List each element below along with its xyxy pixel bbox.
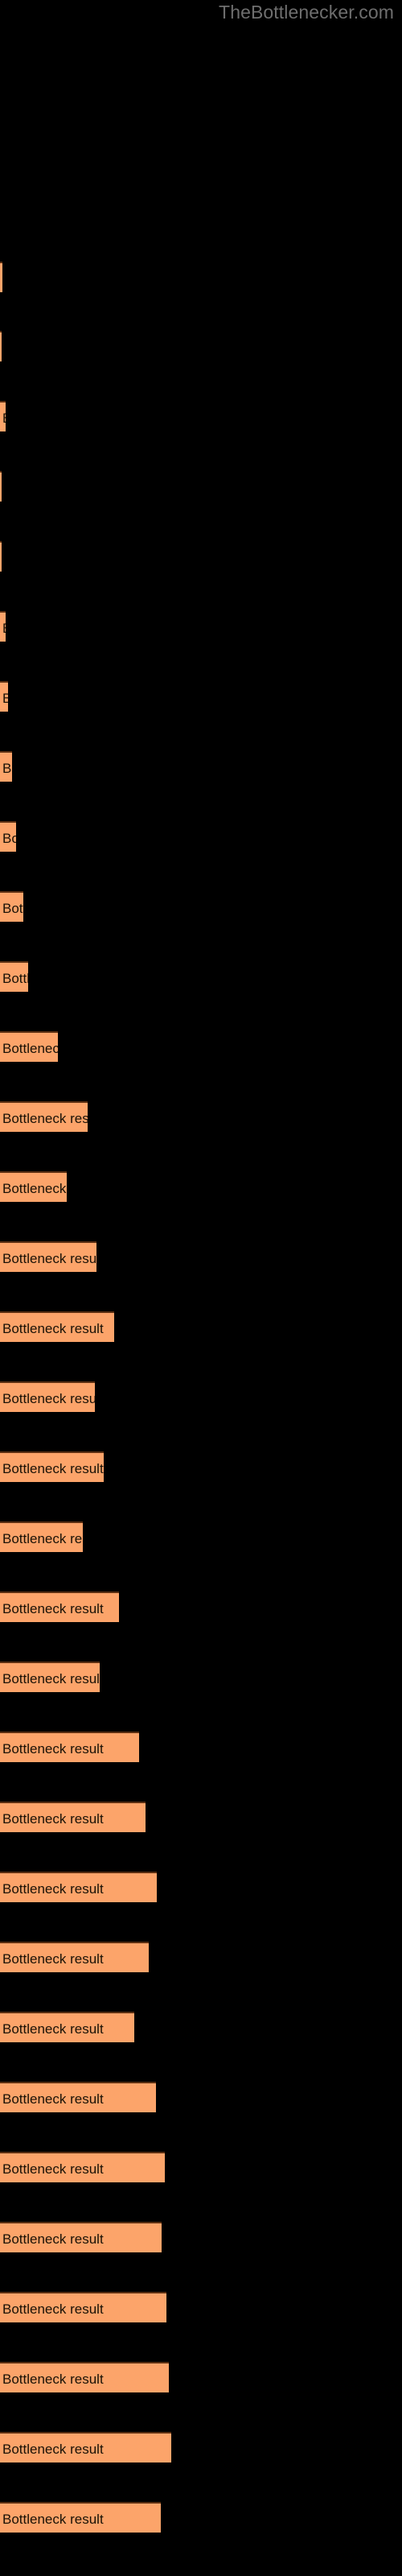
bar[interactable]: Bottleneck result (0, 1311, 114, 1342)
bar-label: Bottleneck result (2, 683, 8, 712)
bar[interactable]: Bottleneck result (0, 1171, 67, 1202)
bar-label: Bottleneck result (2, 613, 6, 642)
bar[interactable]: Bottleneck result (0, 1381, 95, 1412)
bar[interactable]: Bottleneck result (0, 1732, 139, 1762)
bar[interactable]: Bottleneck result (0, 681, 8, 712)
bar-label: Bottleneck result (2, 1951, 104, 1967)
bar[interactable]: Bottleneck result (0, 1521, 83, 1552)
bar[interactable]: Bottleneck result (0, 1942, 149, 1972)
bar-label: Bottleneck result (2, 2231, 104, 2247)
bar-label: Bottleneck result (2, 831, 16, 846)
bar-label: Bottleneck result (2, 2512, 104, 2527)
bar[interactable]: Bottleneck result (0, 2292, 166, 2322)
bar-label: Bottleneck result (2, 1881, 104, 1897)
bar[interactable]: Bottleneck result (0, 2012, 134, 2042)
bar-label: Bottleneck result (2, 1531, 83, 1546)
bar[interactable]: Bottleneck result (0, 2082, 156, 2112)
bar[interactable]: Bottleneck result (0, 471, 2, 502)
bar[interactable]: Bottleneck result (0, 1241, 96, 1272)
bar[interactable]: Bottleneck result (0, 2362, 169, 2392)
bottleneck-bar-chart: Bottleneck result Bottleneck result Bottle… (0, 0, 402, 2576)
bar-label: Bottleneck result (2, 1601, 104, 1616)
bar-label: Bottleneck result (2, 2442, 104, 2457)
bar[interactable]: Bottleneck result (0, 331, 2, 361)
bar-label: Bottleneck result (2, 2021, 104, 2037)
bar[interactable]: Bottleneck result (0, 401, 6, 431)
bar[interactable]: Bottleneck result (0, 1872, 157, 1902)
bar-label: Bottleneck result (2, 1181, 67, 1196)
bar-label: Bottleneck result (2, 761, 12, 776)
bar[interactable]: Bottleneck result (0, 2502, 161, 2533)
bar-label: Bottleneck result (2, 1111, 88, 1126)
bar-label: Bottleneck result (2, 402, 6, 431)
bar-label: Bottleneck result (2, 1741, 104, 1757)
bar-label: Bottleneck result (2, 1321, 104, 1336)
bar-label: Bottleneck result (2, 1041, 58, 1056)
bar[interactable]: Bottleneck result (0, 2432, 171, 2462)
bar[interactable]: Bottleneck result (0, 611, 6, 642)
bar-label: Bottleneck result (2, 2301, 104, 2317)
bar-label: Bottleneck result (2, 971, 28, 986)
bar[interactable]: Bottleneck result (0, 1031, 58, 1062)
bar-label: Bottleneck result (2, 1461, 104, 1476)
bar[interactable]: Bottleneck result (0, 1101, 88, 1132)
bar[interactable]: Bottleneck result (0, 1591, 119, 1622)
bar-label: Bottleneck result (2, 1671, 100, 1686)
bar[interactable]: Bottleneck result (0, 2222, 162, 2252)
bar-label: Bottleneck result (2, 901, 23, 916)
bar-label: Bottleneck result (2, 1811, 104, 1827)
bar[interactable]: Bottleneck result (0, 961, 28, 992)
bar[interactable]: Bottleneck result (0, 821, 16, 852)
bar-label: Bottleneck result (2, 2372, 104, 2387)
site-watermark: TheBottlenecker.com (219, 2, 394, 23)
bar-label: Bottleneck result (2, 2091, 104, 2107)
bar[interactable]: Bottleneck result (0, 1451, 104, 1482)
chart-plot-area: Bottleneck result Bottleneck result Bottle… (0, 0, 402, 2576)
bar[interactable]: Bottleneck result (0, 262, 2, 292)
bar-label: Bottleneck result (2, 1391, 95, 1406)
bar[interactable]: Bottleneck result (0, 1802, 146, 1832)
bar-label: Bottleneck result (2, 1251, 96, 1266)
bar[interactable]: Bottleneck result (0, 751, 12, 782)
bar[interactable]: Bottleneck result (0, 1662, 100, 1692)
bar[interactable]: Bottleneck result (0, 541, 2, 572)
bar-label: Bottleneck result (2, 2161, 104, 2177)
bar[interactable]: Bottleneck result (0, 2152, 165, 2182)
bar[interactable]: Bottleneck result (0, 891, 23, 922)
